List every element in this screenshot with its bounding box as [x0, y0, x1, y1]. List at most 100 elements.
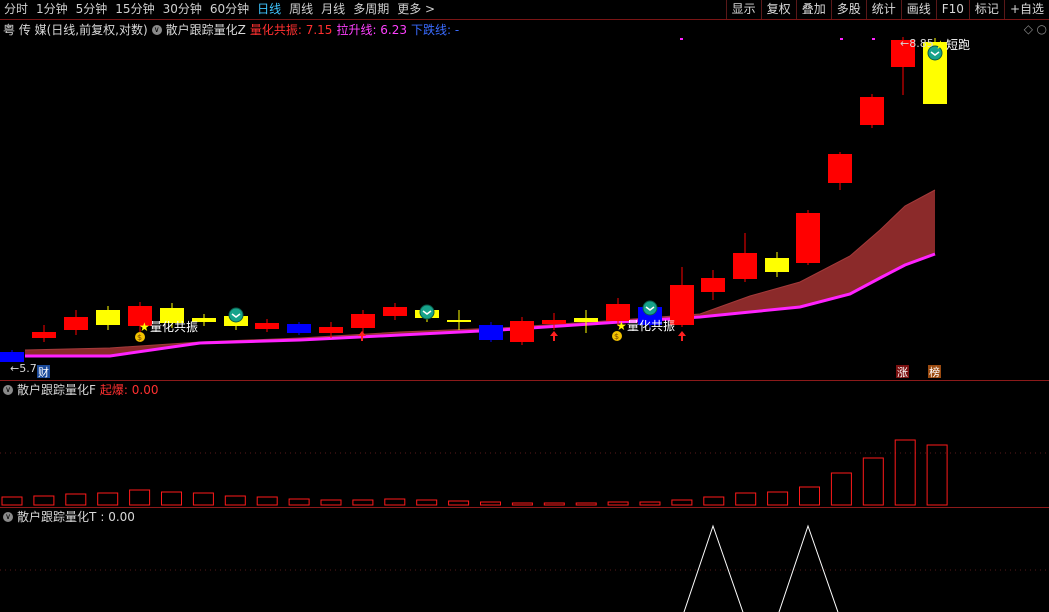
- tab-period[interactable]: 周线: [285, 0, 317, 19]
- candle-body: [542, 320, 566, 324]
- indicator-bar: [448, 500, 470, 506]
- up-arrow-icon: [678, 331, 686, 341]
- indicator-bar: [320, 499, 342, 506]
- candle-body: [447, 320, 471, 322]
- indicator-bar: [256, 496, 278, 506]
- candle-body: [255, 323, 279, 329]
- tab-period[interactable]: 60分钟: [206, 0, 253, 19]
- check-badge-icon: [642, 300, 658, 316]
- tab-period[interactable]: 月线: [317, 0, 349, 19]
- tag-text: 榜: [929, 365, 940, 379]
- up-arrow-icon: [550, 331, 558, 341]
- candle-body: [510, 321, 534, 342]
- signal-label: 量化共振: [627, 319, 675, 333]
- indicator-bar: [65, 493, 87, 506]
- check-badge-icon: [419, 304, 435, 320]
- sub-panel-f[interactable]: ∨ 散户跟踪量化F 起爆: 0.00: [0, 381, 1049, 507]
- money-bag-glyph: $: [614, 332, 619, 341]
- indicator-bar: [288, 498, 310, 506]
- indicator-bar: [384, 498, 406, 506]
- indicator-bar: [1, 496, 23, 506]
- candle-body: [351, 314, 375, 328]
- candlestick-chart[interactable]: ★ 量化共振 ★ 量化共振★ 短跑$ $←8.85←5.7 财涨榜: [0, 20, 1049, 380]
- candle-body: [0, 352, 24, 362]
- toolbar-button[interactable]: F10: [935, 0, 969, 19]
- candle-body: [479, 325, 503, 340]
- indicator-bar: [480, 501, 501, 506]
- check-badge-icon: [228, 307, 244, 323]
- candle-body: [383, 307, 407, 316]
- indicator-bar: [799, 486, 820, 506]
- tab-period[interactable]: 分时: [0, 0, 32, 19]
- tab-period[interactable]: 5分钟: [72, 0, 112, 19]
- signal-label: 短跑: [946, 38, 970, 52]
- indicator-bar: [192, 492, 214, 506]
- candle-body: [574, 318, 598, 322]
- indicator-bar: [543, 502, 565, 506]
- indicator-bar: [161, 491, 182, 506]
- candle-body: [765, 258, 789, 272]
- indicator-bar: [575, 502, 597, 506]
- signal-peak: [683, 524, 744, 612]
- toolbar-button[interactable]: 显示: [725, 0, 761, 19]
- toolbar-right-buttons: 显示 复权 叠加 多股 统计 画线 F10 标记 +自选: [725, 0, 1049, 19]
- indicator-bar: [671, 499, 693, 506]
- toolbar-button[interactable]: 叠加: [795, 0, 831, 19]
- marker-dot: [840, 38, 843, 40]
- star-icon: ★: [139, 320, 150, 334]
- indicator-bar: [416, 499, 438, 506]
- tab-period[interactable]: 30分钟: [159, 0, 206, 19]
- tab-period[interactable]: 15分钟: [111, 0, 158, 19]
- indicator-bar: [97, 492, 119, 506]
- candle-body: [32, 332, 56, 338]
- period-tabs: 分时 1分钟 5分钟 15分钟 30分钟 60分钟 日线 周线 月线 多周期 更多 >: [0, 0, 439, 19]
- toolbar-button[interactable]: 画线: [900, 0, 936, 19]
- indicator-bar: [862, 457, 884, 506]
- indicator-bar: [830, 472, 852, 506]
- main-chart-panel[interactable]: 粤 传 媒(日线,前复权,对数) ∨ 散户跟踪量化Z 量化共振: 7.15 拉升…: [0, 20, 1049, 380]
- signal-peak: [778, 524, 839, 612]
- tag-text: 涨: [897, 366, 908, 379]
- toolbar-button[interactable]: 多股: [830, 0, 866, 19]
- tag-text: 财: [38, 365, 49, 379]
- candle-body: [733, 253, 757, 279]
- indicator-bar: [33, 495, 55, 506]
- indicator-bar: [767, 491, 789, 506]
- star-icon: ★: [616, 319, 627, 333]
- indicator-bar: [511, 502, 533, 506]
- candle-body: [319, 327, 343, 333]
- star-icon: ★: [935, 38, 946, 52]
- bar-indicator-chart[interactable]: [0, 381, 1049, 507]
- money-bag-glyph: $: [137, 333, 142, 342]
- candle-body: [860, 97, 884, 125]
- indicator-bar: [224, 495, 246, 506]
- indicator-bar: [352, 499, 374, 506]
- sub-panel-t[interactable]: ∨ 散户跟踪量化T : 0.00: [0, 508, 1049, 612]
- line-indicator-chart[interactable]: [0, 508, 1049, 612]
- indicator-bar: [639, 501, 661, 506]
- indicator-bar: [894, 439, 916, 506]
- toolbar-button[interactable]: 复权: [760, 0, 796, 19]
- candle-body: [828, 154, 852, 183]
- tab-period[interactable]: 日线: [253, 0, 285, 19]
- indicator-bar: [735, 492, 757, 506]
- tab-period[interactable]: 多周期: [349, 0, 393, 19]
- tab-period[interactable]: 更多 >: [393, 0, 439, 19]
- tab-period[interactable]: 1分钟: [32, 0, 72, 19]
- price-low-label: ←5.7: [10, 362, 37, 375]
- toolbar-button[interactable]: 统计: [865, 0, 901, 19]
- toolbar-button[interactable]: 标记: [968, 0, 1004, 19]
- marker-dot: [872, 38, 875, 40]
- candle-body: [796, 213, 820, 263]
- candle-body: [287, 324, 311, 333]
- indicator-bar: [926, 444, 948, 506]
- candle-body: [64, 317, 88, 330]
- toolbar-button[interactable]: +自选: [1003, 0, 1049, 19]
- candle-body: [96, 310, 120, 325]
- candle-body: [701, 278, 725, 292]
- up-arrow-icon: [358, 331, 366, 341]
- indicator-bar: [129, 489, 151, 506]
- indicator-bar: [607, 501, 629, 506]
- indicator-bar: [703, 496, 725, 506]
- signal-label: 量化共振: [150, 320, 198, 334]
